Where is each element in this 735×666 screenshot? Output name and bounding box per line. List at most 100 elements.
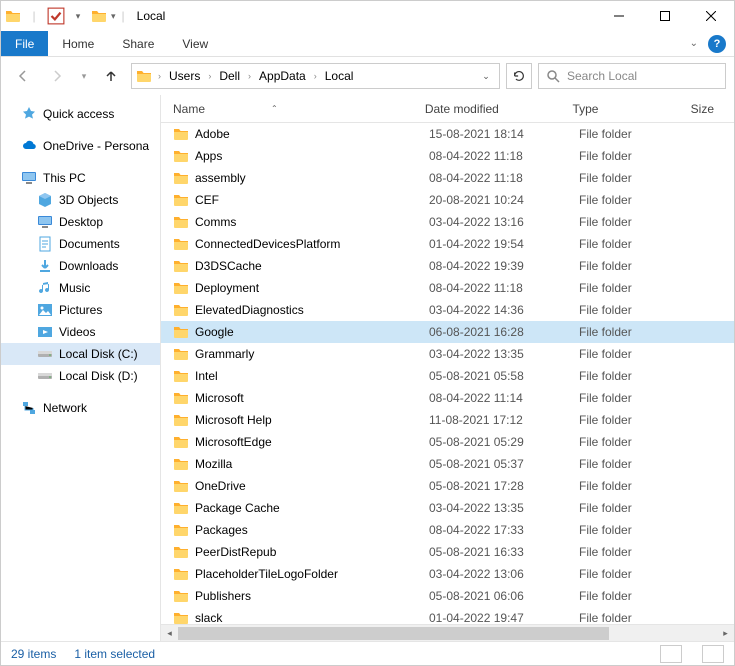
file-name: PeerDistRepub (195, 545, 276, 559)
sidebar-label: OneDrive - Persona (43, 139, 149, 153)
close-button[interactable] (688, 1, 734, 31)
file-row[interactable]: Microsoft08-04-2022 11:14File folder (161, 387, 734, 409)
qat-customize-icon[interactable]: ▾ (111, 11, 116, 22)
file-row[interactable]: Packages08-04-2022 17:33File folder (161, 519, 734, 541)
file-date: 20-08-2021 10:24 (421, 193, 571, 207)
file-row[interactable]: ElevatedDiagnostics03-04-2022 14:36File … (161, 299, 734, 321)
sidebar-disk-d[interactable]: Local Disk (D:) (1, 365, 160, 387)
file-row[interactable]: Intel05-08-2021 05:58File folder (161, 365, 734, 387)
breadcrumb-local[interactable]: Local (321, 69, 358, 83)
file-row[interactable]: Apps08-04-2022 11:18File folder (161, 145, 734, 167)
file-type: File folder (571, 413, 691, 427)
breadcrumb-sep-icon[interactable]: › (246, 71, 253, 81)
share-tab[interactable]: Share (108, 31, 168, 56)
sidebar-documents[interactable]: Documents (1, 233, 160, 255)
file-row[interactable]: Publishers05-08-2021 06:06File folder (161, 585, 734, 607)
horizontal-scrollbar[interactable]: ◂ ▸ (161, 624, 734, 641)
scroll-track[interactable] (178, 625, 717, 641)
column-name[interactable]: Name⌃ (161, 102, 417, 116)
home-tab[interactable]: Home (48, 31, 108, 56)
file-row[interactable]: Grammarly03-04-2022 13:35File folder (161, 343, 734, 365)
breadcrumb-sep-icon[interactable]: › (206, 71, 213, 81)
sidebar-onedrive[interactable]: OneDrive - Persona (1, 135, 160, 157)
file-type: File folder (571, 127, 691, 141)
qat-dropdown-icon[interactable]: ▾ (69, 7, 87, 25)
file-row[interactable]: Package Cache03-04-2022 13:35File folder (161, 497, 734, 519)
back-button[interactable] (9, 62, 37, 90)
search-box[interactable] (538, 63, 726, 89)
file-date: 06-08-2021 16:28 (421, 325, 571, 339)
status-item-count: 29 items (11, 647, 56, 661)
refresh-button[interactable] (506, 63, 532, 89)
column-date[interactable]: Date modified (417, 102, 565, 116)
up-button[interactable] (97, 62, 125, 90)
forward-button[interactable] (43, 62, 71, 90)
sidebar-3d-objects[interactable]: 3D Objects (1, 189, 160, 211)
scroll-right-icon[interactable]: ▸ (717, 625, 734, 642)
navigation-pane[interactable]: Quick access OneDrive - Persona This PC … (1, 95, 161, 641)
file-row[interactable]: PeerDistRepub05-08-2021 16:33File folder (161, 541, 734, 563)
file-row[interactable]: Google06-08-2021 16:28File folder (161, 321, 734, 343)
breadcrumb-appdata[interactable]: AppData (255, 69, 310, 83)
large-icons-view-button[interactable] (702, 645, 724, 663)
file-row[interactable]: OneDrive05-08-2021 17:28File folder (161, 475, 734, 497)
file-name: Apps (195, 149, 222, 163)
recent-locations-button[interactable]: ▾ (77, 62, 91, 90)
breadcrumb-sep-icon[interactable]: › (156, 71, 163, 81)
help-button[interactable]: ? (708, 35, 726, 53)
file-row[interactable]: ConnectedDevicesPlatform01-04-2022 19:54… (161, 233, 734, 255)
scroll-thumb[interactable] (178, 627, 609, 640)
breadcrumb-users[interactable]: Users (165, 69, 204, 83)
search-input[interactable] (567, 69, 722, 83)
file-row[interactable]: Comms03-04-2022 13:16File folder (161, 211, 734, 233)
folder-icon (173, 434, 189, 450)
sidebar-pictures[interactable]: Pictures (1, 299, 160, 321)
sidebar-quick-access[interactable]: Quick access (1, 103, 160, 125)
sidebar-disk-c[interactable]: Local Disk (C:) (1, 343, 160, 365)
file-tab[interactable]: File (1, 31, 48, 56)
sidebar-network[interactable]: Network (1, 397, 160, 419)
sidebar-downloads[interactable]: Downloads (1, 255, 160, 277)
sidebar-desktop[interactable]: Desktop (1, 211, 160, 233)
status-bar: 29 items 1 item selected (1, 641, 734, 665)
file-date: 01-04-2022 19:54 (421, 237, 571, 251)
ribbon-expand-icon[interactable]: ⌄ (690, 38, 698, 49)
sidebar-videos[interactable]: Videos (1, 321, 160, 343)
file-list[interactable]: Adobe15-08-2021 18:14File folder Apps 08-0… (161, 123, 734, 624)
folder-icon (173, 368, 189, 384)
sidebar-music[interactable]: Music (1, 277, 160, 299)
file-row[interactable]: Adobe15-08-2021 18:14File folder (161, 123, 734, 145)
file-row[interactable]: D3DSCache08-04-2022 19:39File folder (161, 255, 734, 277)
view-tab[interactable]: View (168, 31, 222, 56)
file-date: 15-08-2021 18:14 (421, 127, 571, 141)
file-row[interactable]: slack01-04-2022 19:47File folder (161, 607, 734, 624)
file-date: 08-04-2022 11:14 (421, 391, 571, 405)
file-date: 05-08-2021 05:29 (421, 435, 571, 449)
file-row[interactable]: MicrosoftEdge05-08-2021 05:29File folder (161, 431, 734, 453)
file-date: 08-04-2022 11:18 (421, 149, 571, 163)
maximize-button[interactable] (642, 1, 688, 31)
column-size[interactable]: Size (683, 102, 734, 116)
file-row[interactable]: Microsoft Help11-08-2021 17:12File folde… (161, 409, 734, 431)
address-bar[interactable]: › Users › Dell › AppData › Local ⌄ (131, 63, 500, 89)
breadcrumb-sep-icon[interactable]: › (312, 71, 319, 81)
file-row[interactable]: CEF20-08-2021 10:24File folder (161, 189, 734, 211)
sidebar-label: Pictures (59, 303, 102, 317)
sidebar-this-pc[interactable]: This PC (1, 167, 160, 189)
file-date: 05-08-2021 05:37 (421, 457, 571, 471)
file-row[interactable]: Mozilla05-08-2021 05:37File folder (161, 453, 734, 475)
sidebar-label: Downloads (59, 259, 118, 273)
navigation-bar: ▾ › Users › Dell › AppData › Local ⌄ (1, 57, 734, 95)
file-row[interactable]: PlaceholderTileLogoFolder03-04-2022 13:0… (161, 563, 734, 585)
sidebar-label: Desktop (59, 215, 103, 229)
scroll-left-icon[interactable]: ◂ (161, 625, 178, 642)
file-row[interactable]: assembly08-04-2022 11:18File folder (161, 167, 734, 189)
column-type[interactable]: Type (564, 102, 682, 116)
file-row[interactable]: Deployment08-04-2022 11:18File folder (161, 277, 734, 299)
details-view-button[interactable] (660, 645, 682, 663)
address-dropdown-icon[interactable]: ⌄ (477, 71, 495, 82)
minimize-button[interactable] (596, 1, 642, 31)
breadcrumb-dell[interactable]: Dell (215, 69, 244, 83)
qat-properties-icon[interactable] (47, 7, 65, 25)
folder-icon (173, 170, 189, 186)
